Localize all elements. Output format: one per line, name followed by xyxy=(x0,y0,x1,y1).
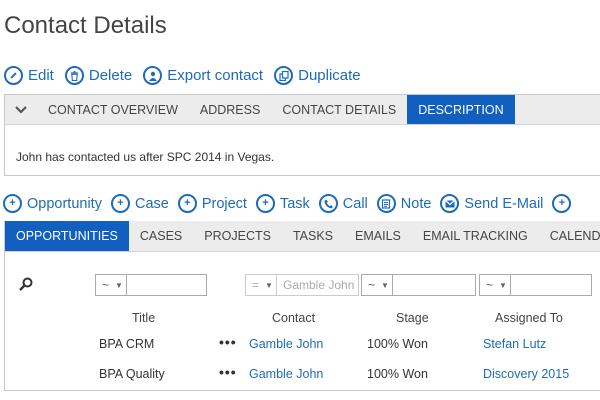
duplicate-label: Duplicate xyxy=(298,67,361,84)
tab-contact-details[interactable]: CONTACT DETAILS xyxy=(271,95,407,124)
contact-filter-operator-value: = xyxy=(252,278,260,292)
title-filter-operator[interactable]: ~ ▼ xyxy=(95,274,127,296)
stage-filter-operator-value: ~ xyxy=(368,278,376,292)
column-header-stage[interactable]: Stage xyxy=(396,311,429,325)
assigned-filter-operator-value: ~ xyxy=(486,278,494,292)
edit-button[interactable]: Edit xyxy=(4,66,54,85)
call-label: Call xyxy=(342,195,368,212)
tab-tasks[interactable]: TASKS xyxy=(282,221,344,251)
chevron-down-icon xyxy=(15,105,27,114)
column-header-contact[interactable]: Contact xyxy=(272,311,315,325)
user-icon xyxy=(143,66,163,85)
tab-contact-overview[interactable]: CONTACT OVERVIEW xyxy=(37,95,189,124)
page-title: Contact Details xyxy=(4,12,167,39)
plus-circle-icon: + xyxy=(3,194,22,213)
tab-emails[interactable]: EMAILS xyxy=(344,221,412,251)
stage-filter-input[interactable] xyxy=(392,274,476,296)
tab-projects[interactable]: PROJECTS xyxy=(193,221,282,251)
row-assigned-link[interactable]: Stefan Lutz xyxy=(483,337,546,351)
copy-icon xyxy=(274,66,294,85)
delete-button[interactable]: Delete xyxy=(64,66,133,85)
edit-label: Edit xyxy=(28,67,54,84)
column-header-title[interactable]: Title xyxy=(132,311,155,325)
row-menu-button[interactable]: ••• xyxy=(219,364,237,380)
contact-filter-operator: = ▼ xyxy=(245,274,277,296)
add-opportunity-button[interactable]: + Opportunity xyxy=(3,194,102,213)
plus-circle-icon: + xyxy=(177,194,197,213)
title-filter-input[interactable] xyxy=(126,274,207,296)
add-case-button[interactable]: + Case xyxy=(110,194,169,213)
plus-circle-icon: + xyxy=(552,194,572,213)
description-text: John has contacted us after SPC 2014 in … xyxy=(16,150,275,164)
column-header-assigned-to[interactable]: Assigned To xyxy=(495,311,563,325)
tab-cases[interactable]: CASES xyxy=(129,221,193,251)
related-records-panel: OPPORTUNITIES CASES PROJECTS TASKS EMAIL… xyxy=(4,221,600,391)
detail-tabbar: CONTACT OVERVIEW ADDRESS CONTACT DETAILS… xyxy=(5,95,600,125)
add-actions-bar: + Opportunity + Case + Project + Task Ca… xyxy=(3,194,585,213)
assigned-filter-operator[interactable]: ~ ▼ xyxy=(479,274,511,296)
note-icon xyxy=(376,194,396,213)
add-case-label: Case xyxy=(134,195,169,212)
export-contact-button[interactable]: Export contact xyxy=(143,66,263,85)
row-menu-button[interactable]: ••• xyxy=(219,334,237,350)
collapse-toggle[interactable] xyxy=(5,95,37,124)
send-email-button[interactable]: Send E-Mail xyxy=(440,194,543,213)
note-button[interactable]: Note xyxy=(376,194,432,213)
tab-description[interactable]: DESCRIPTION xyxy=(407,95,515,124)
send-email-label: Send E-Mail xyxy=(464,195,544,212)
delete-label: Delete xyxy=(88,67,133,84)
row-stage: 100% Won xyxy=(367,367,428,381)
add-opportunity-label: Opportunity xyxy=(27,195,102,212)
row-title: BPA Quality xyxy=(99,367,165,381)
more-actions-button[interactable]: + xyxy=(552,194,576,213)
phone-icon xyxy=(318,194,338,213)
title-filter-operator-value: ~ xyxy=(102,278,110,292)
related-tabbar: OPPORTUNITIES CASES PROJECTS TASKS EMAIL… xyxy=(5,221,600,252)
call-button[interactable]: Call xyxy=(318,194,368,213)
tab-email-tracking[interactable]: EMAIL TRACKING xyxy=(412,221,539,251)
export-contact-label: Export contact xyxy=(167,67,264,84)
note-label: Note xyxy=(400,195,432,212)
tab-calendar[interactable]: CALENDAR xyxy=(539,221,600,251)
search-icon[interactable] xyxy=(19,277,33,291)
plus-circle-icon: + xyxy=(110,194,130,213)
row-contact-link[interactable]: Gamble John xyxy=(249,337,323,351)
add-project-button[interactable]: + Project xyxy=(177,194,247,213)
row-contact-link[interactable]: Gamble John xyxy=(249,367,323,381)
action-bar: Edit Delete Export contact Duplicate xyxy=(4,66,372,85)
add-project-label: Project xyxy=(201,195,247,212)
mail-icon xyxy=(440,194,460,213)
add-task-label: Task xyxy=(279,195,310,212)
contact-detail-panel: CONTACT OVERVIEW ADDRESS CONTACT DETAILS… xyxy=(4,94,600,176)
edit-icon xyxy=(4,66,23,85)
stage-filter-operator[interactable]: ~ ▼ xyxy=(361,274,393,296)
tab-address[interactable]: ADDRESS xyxy=(189,95,271,124)
trash-icon xyxy=(64,66,84,85)
assigned-filter-input[interactable] xyxy=(510,274,592,296)
duplicate-button[interactable]: Duplicate xyxy=(274,66,361,85)
tab-opportunities[interactable]: OPPORTUNITIES xyxy=(5,221,129,251)
row-stage: 100% Won xyxy=(367,337,428,351)
row-title: BPA CRM xyxy=(99,337,155,351)
plus-circle-icon: + xyxy=(255,194,275,213)
filter-row: ~ ▼ = ▼ Gamble John ~ ▼ ~ ▼ xyxy=(5,274,600,298)
add-task-button[interactable]: + Task xyxy=(255,194,310,213)
row-assigned-link[interactable]: Discovery 2015 xyxy=(483,367,569,381)
contact-filter-input: Gamble John xyxy=(276,274,359,296)
